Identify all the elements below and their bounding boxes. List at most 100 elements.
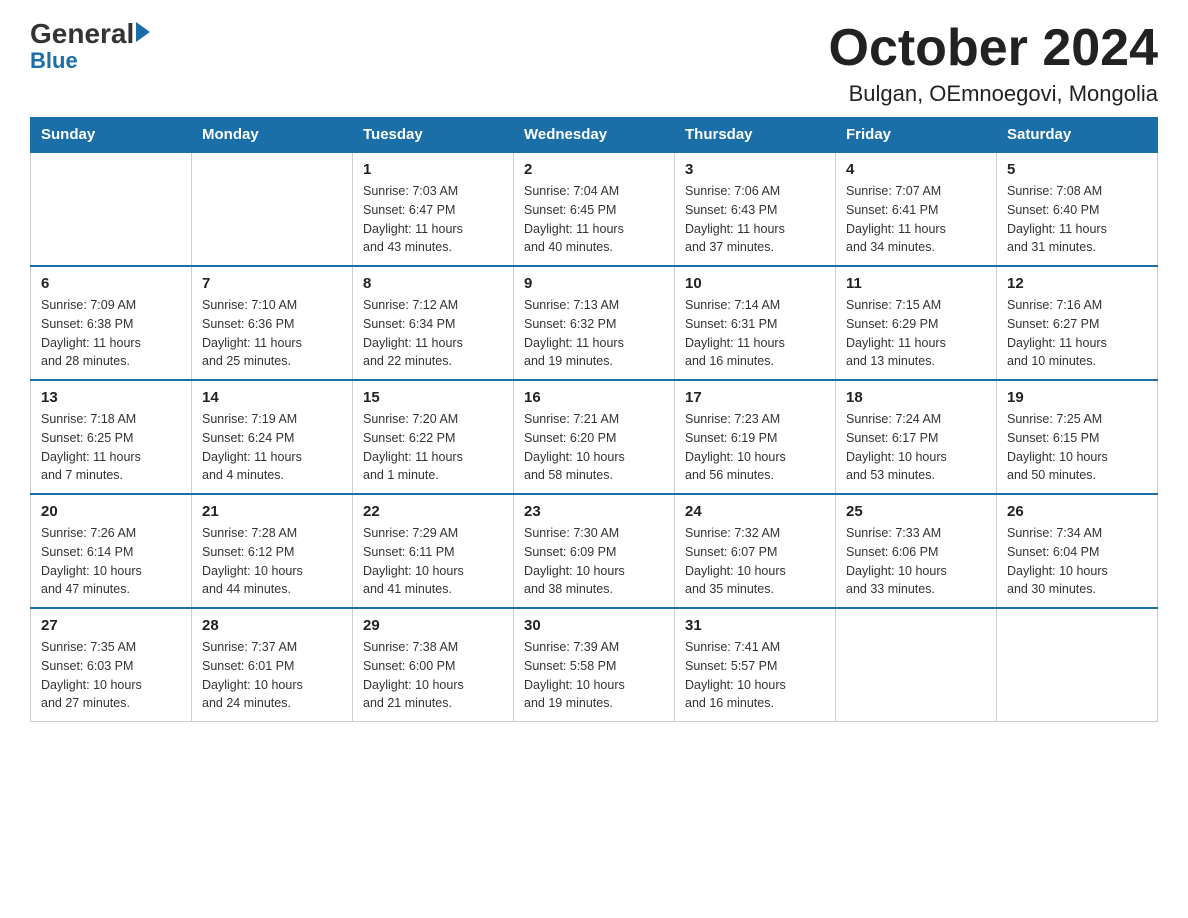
calendar-day-header: Monday bbox=[192, 118, 353, 153]
day-info: Sunrise: 7:33 AMSunset: 6:06 PMDaylight:… bbox=[846, 524, 986, 599]
calendar-day-cell: 13Sunrise: 7:18 AMSunset: 6:25 PMDayligh… bbox=[31, 380, 192, 494]
calendar-day-cell: 10 Sunrise: 7:14 AMSunset: 6:31 PMDayligh… bbox=[675, 266, 836, 380]
calendar-day-cell: 6 Sunrise: 7:09 AMSunset: 6:38 PMDaylight… bbox=[31, 266, 192, 380]
day-info: Sunrise: 7:41 AMSunset: 5:57 PMDaylight:… bbox=[685, 638, 825, 713]
day-number: 4 bbox=[846, 161, 986, 178]
day-number: 30 bbox=[524, 617, 664, 634]
day-info: Sunrise: 7:08 AMSunset: 6:40 PMDaylight:… bbox=[1007, 182, 1147, 257]
day-info: Sunrise: 7:26 AMSunset: 6:14 PMDaylight:… bbox=[41, 524, 181, 599]
day-number: 1 bbox=[363, 161, 503, 178]
calendar-day-cell: 19 Sunrise: 7:25 AMSunset: 6:15 PMDayligh… bbox=[997, 380, 1158, 494]
calendar-day-cell: 25 Sunrise: 7:33 AMSunset: 6:06 PMDayligh… bbox=[836, 494, 997, 608]
day-info: Sunrise: 7:07 AMSunset: 6:41 PMDaylight:… bbox=[846, 182, 986, 257]
day-info: Sunrise: 7:24 AMSunset: 6:17 PMDaylight:… bbox=[846, 410, 986, 485]
day-info: Sunrise: 7:16 AMSunset: 6:27 PMDaylight:… bbox=[1007, 296, 1147, 371]
calendar-week-row: 27Sunrise: 7:35 AMSunset: 6:03 PMDayligh… bbox=[31, 608, 1158, 722]
day-number: 25 bbox=[846, 503, 986, 520]
calendar-day-cell: 4 Sunrise: 7:07 AMSunset: 6:41 PMDaylight… bbox=[836, 152, 997, 266]
page-header: General Blue October 2024 Bulgan, OEmnoe… bbox=[30, 20, 1158, 107]
day-number: 24 bbox=[685, 503, 825, 520]
calendar-day-cell: 17Sunrise: 7:23 AMSunset: 6:19 PMDayligh… bbox=[675, 380, 836, 494]
calendar-day-cell: 15Sunrise: 7:20 AMSunset: 6:22 PMDayligh… bbox=[353, 380, 514, 494]
calendar-day-cell: 26 Sunrise: 7:34 AMSunset: 6:04 PMDayligh… bbox=[997, 494, 1158, 608]
day-number: 20 bbox=[41, 503, 181, 520]
day-number: 2 bbox=[524, 161, 664, 178]
logo-general: General bbox=[30, 20, 134, 48]
day-info: Sunrise: 7:18 AMSunset: 6:25 PMDaylight:… bbox=[41, 410, 181, 485]
day-number: 23 bbox=[524, 503, 664, 520]
day-number: 19 bbox=[1007, 389, 1147, 406]
day-number: 22 bbox=[363, 503, 503, 520]
calendar-day-cell: 1 Sunrise: 7:03 AMSunset: 6:47 PMDaylight… bbox=[353, 152, 514, 266]
calendar-day-cell: 16Sunrise: 7:21 AMSunset: 6:20 PMDayligh… bbox=[514, 380, 675, 494]
day-info: Sunrise: 7:34 AMSunset: 6:04 PMDaylight:… bbox=[1007, 524, 1147, 599]
calendar-day-cell: 14 Sunrise: 7:19 AMSunset: 6:24 PMDayligh… bbox=[192, 380, 353, 494]
calendar-day-cell bbox=[997, 608, 1158, 722]
calendar-day-cell: 21 Sunrise: 7:28 AMSunset: 6:12 PMDayligh… bbox=[192, 494, 353, 608]
day-number: 3 bbox=[685, 161, 825, 178]
day-number: 8 bbox=[363, 275, 503, 292]
day-info: Sunrise: 7:23 AMSunset: 6:19 PMDaylight:… bbox=[685, 410, 825, 485]
calendar-day-cell: 29Sunrise: 7:38 AMSunset: 6:00 PMDayligh… bbox=[353, 608, 514, 722]
calendar-table: SundayMondayTuesdayWednesdayThursdayFrid… bbox=[30, 117, 1158, 722]
calendar-day-header: Wednesday bbox=[514, 118, 675, 153]
logo: General Blue bbox=[30, 20, 150, 74]
day-number: 16 bbox=[524, 389, 664, 406]
day-number: 11 bbox=[846, 275, 986, 292]
calendar-day-cell: 23 Sunrise: 7:30 AMSunset: 6:09 PMDayligh… bbox=[514, 494, 675, 608]
day-info: Sunrise: 7:29 AMSunset: 6:11 PMDaylight:… bbox=[363, 524, 503, 599]
calendar-week-row: 1 Sunrise: 7:03 AMSunset: 6:47 PMDaylight… bbox=[31, 152, 1158, 266]
calendar-week-row: 20 Sunrise: 7:26 AMSunset: 6:14 PMDayligh… bbox=[31, 494, 1158, 608]
logo-blue: Blue bbox=[30, 48, 78, 74]
calendar-day-header: Saturday bbox=[997, 118, 1158, 153]
day-number: 10 bbox=[685, 275, 825, 292]
day-info: Sunrise: 7:14 AMSunset: 6:31 PMDaylight:… bbox=[685, 296, 825, 371]
day-number: 29 bbox=[363, 617, 503, 634]
calendar-day-cell: 20 Sunrise: 7:26 AMSunset: 6:14 PMDayligh… bbox=[31, 494, 192, 608]
day-info: Sunrise: 7:39 AMSunset: 5:58 PMDaylight:… bbox=[524, 638, 664, 713]
title-block: October 2024 Bulgan, OEmnoegovi, Mongoli… bbox=[829, 20, 1159, 107]
day-number: 5 bbox=[1007, 161, 1147, 178]
day-number: 12 bbox=[1007, 275, 1147, 292]
day-number: 18 bbox=[846, 389, 986, 406]
calendar-day-cell: 3 Sunrise: 7:06 AMSunset: 6:43 PMDaylight… bbox=[675, 152, 836, 266]
calendar-day-cell: 22 Sunrise: 7:29 AMSunset: 6:11 PMDayligh… bbox=[353, 494, 514, 608]
day-info: Sunrise: 7:15 AMSunset: 6:29 PMDaylight:… bbox=[846, 296, 986, 371]
day-info: Sunrise: 7:37 AMSunset: 6:01 PMDaylight:… bbox=[202, 638, 342, 713]
day-info: Sunrise: 7:28 AMSunset: 6:12 PMDaylight:… bbox=[202, 524, 342, 599]
calendar-day-header: Thursday bbox=[675, 118, 836, 153]
day-number: 21 bbox=[202, 503, 342, 520]
calendar-day-cell bbox=[836, 608, 997, 722]
day-number: 14 bbox=[202, 389, 342, 406]
day-number: 27 bbox=[41, 617, 181, 634]
day-number: 31 bbox=[685, 617, 825, 634]
calendar-day-cell: 24 Sunrise: 7:32 AMSunset: 6:07 PMDayligh… bbox=[675, 494, 836, 608]
day-info: Sunrise: 7:04 AMSunset: 6:45 PMDaylight:… bbox=[524, 182, 664, 257]
calendar-day-header: Sunday bbox=[31, 118, 192, 153]
day-info: Sunrise: 7:09 AMSunset: 6:38 PMDaylight:… bbox=[41, 296, 181, 371]
day-info: Sunrise: 7:32 AMSunset: 6:07 PMDaylight:… bbox=[685, 524, 825, 599]
calendar-day-cell: 2 Sunrise: 7:04 AMSunset: 6:45 PMDaylight… bbox=[514, 152, 675, 266]
calendar-title: October 2024 bbox=[829, 20, 1159, 77]
calendar-day-cell: 5 Sunrise: 7:08 AMSunset: 6:40 PMDaylight… bbox=[997, 152, 1158, 266]
calendar-day-header: Friday bbox=[836, 118, 997, 153]
calendar-day-header: Tuesday bbox=[353, 118, 514, 153]
logo-arrow-icon bbox=[136, 22, 150, 42]
day-info: Sunrise: 7:19 AMSunset: 6:24 PMDaylight:… bbox=[202, 410, 342, 485]
calendar-day-cell bbox=[192, 152, 353, 266]
calendar-day-cell: 8Sunrise: 7:12 AMSunset: 6:34 PMDaylight… bbox=[353, 266, 514, 380]
day-number: 6 bbox=[41, 275, 181, 292]
day-number: 28 bbox=[202, 617, 342, 634]
calendar-header-row: SundayMondayTuesdayWednesdayThursdayFrid… bbox=[31, 118, 1158, 153]
calendar-day-cell: 28 Sunrise: 7:37 AMSunset: 6:01 PMDayligh… bbox=[192, 608, 353, 722]
day-info: Sunrise: 7:25 AMSunset: 6:15 PMDaylight:… bbox=[1007, 410, 1147, 485]
calendar-day-cell: 30 Sunrise: 7:39 AMSunset: 5:58 PMDayligh… bbox=[514, 608, 675, 722]
day-info: Sunrise: 7:03 AMSunset: 6:47 PMDaylight:… bbox=[363, 182, 503, 257]
day-info: Sunrise: 7:30 AMSunset: 6:09 PMDaylight:… bbox=[524, 524, 664, 599]
day-info: Sunrise: 7:06 AMSunset: 6:43 PMDaylight:… bbox=[685, 182, 825, 257]
day-number: 15 bbox=[363, 389, 503, 406]
day-info: Sunrise: 7:13 AMSunset: 6:32 PMDaylight:… bbox=[524, 296, 664, 371]
calendar-day-cell: 7Sunrise: 7:10 AMSunset: 6:36 PMDaylight… bbox=[192, 266, 353, 380]
calendar-day-cell: 12 Sunrise: 7:16 AMSunset: 6:27 PMDayligh… bbox=[997, 266, 1158, 380]
day-number: 26 bbox=[1007, 503, 1147, 520]
